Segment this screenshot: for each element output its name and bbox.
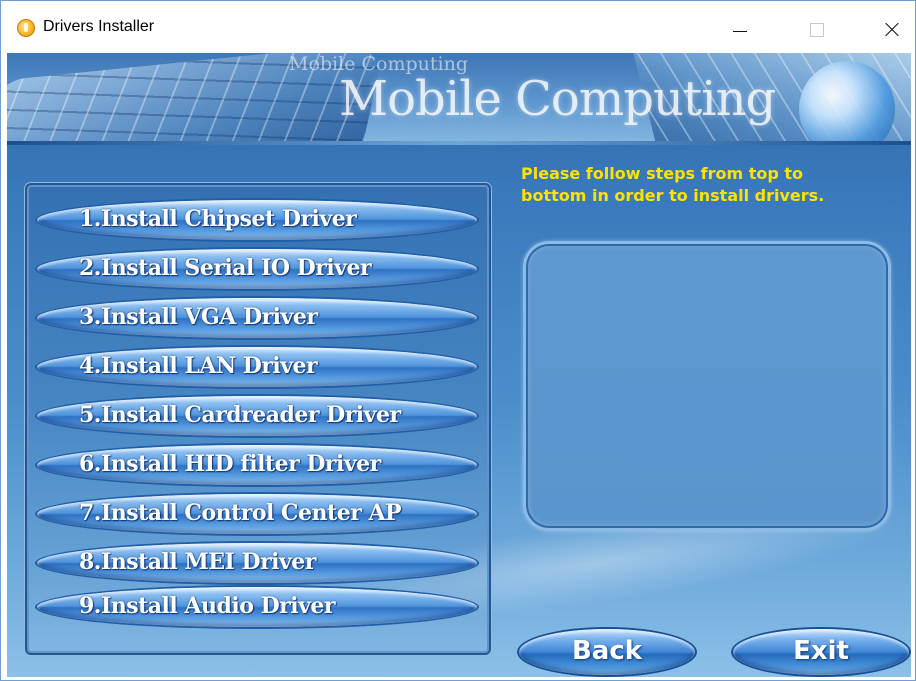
window-title: Drivers Installer bbox=[43, 18, 155, 35]
driver-info-box bbox=[523, 241, 891, 531]
drivers-installer-window: Drivers Installer Mobile Computing Mobil… bbox=[0, 0, 916, 681]
install-chipset-driver-button[interactable]: 1.Install Chipset Driver bbox=[37, 200, 477, 240]
install-control-center-ap-button[interactable]: 7.Install Control Center AP bbox=[37, 494, 477, 534]
maximize-icon[interactable] bbox=[793, 1, 839, 53]
install-vga-driver-button[interactable]: 3.Install VGA Driver bbox=[37, 298, 477, 338]
driver-button-label: 1.Install Chipset Driver bbox=[79, 206, 357, 232]
minimize-icon[interactable] bbox=[717, 1, 763, 53]
install-mei-driver-button[interactable]: 8.Install MEI Driver bbox=[37, 543, 477, 583]
install-cardreader-driver-button[interactable]: 5.Install Cardreader Driver bbox=[37, 396, 477, 436]
install-hid-filter-driver-button[interactable]: 6.Install HID filter Driver bbox=[37, 445, 477, 485]
install-lan-driver-button[interactable]: 4.Install LAN Driver bbox=[37, 347, 477, 387]
back-button[interactable]: Back bbox=[519, 629, 695, 675]
driver-button-label: 4.Install LAN Driver bbox=[79, 353, 318, 379]
back-button-label: Back bbox=[571, 636, 643, 666]
banner: Mobile Computing Mobile Computing bbox=[7, 53, 911, 145]
exit-button-label: Exit bbox=[793, 636, 849, 666]
driver-button-label: 2.Install Serial IO Driver bbox=[79, 255, 372, 281]
driver-button-label: 9.Install Audio Driver bbox=[79, 593, 335, 619]
banner-title: Mobile Computing bbox=[339, 71, 776, 127]
driver-disc-icon bbox=[17, 19, 35, 37]
driver-button-label: 6.Install HID filter Driver bbox=[79, 451, 381, 477]
instructions-line-2: bottom in order to install drivers. bbox=[521, 186, 825, 205]
installer-body: Mobile Computing Mobile Computing 1.Inst… bbox=[7, 53, 911, 677]
close-icon[interactable] bbox=[867, 1, 913, 53]
instructions-line-1: Please follow steps from top to bbox=[521, 164, 804, 183]
install-serial-io-driver-button[interactable]: 2.Install Serial IO Driver bbox=[37, 249, 477, 289]
title-bar[interactable]: Drivers Installer bbox=[1, 1, 915, 53]
driver-button-label: 8.Install MEI Driver bbox=[79, 549, 316, 575]
driver-button-label: 5.Install Cardreader Driver bbox=[79, 402, 401, 428]
install-audio-driver-button[interactable]: 9.Install Audio Driver bbox=[37, 587, 477, 627]
exit-button[interactable]: Exit bbox=[733, 629, 909, 675]
banner-divider bbox=[7, 141, 911, 145]
instructions-text: Please follow steps from top to bottom i… bbox=[521, 163, 911, 207]
driver-button-label: 3.Install VGA Driver bbox=[79, 304, 318, 330]
driver-button-label: 7.Install Control Center AP bbox=[79, 500, 402, 526]
